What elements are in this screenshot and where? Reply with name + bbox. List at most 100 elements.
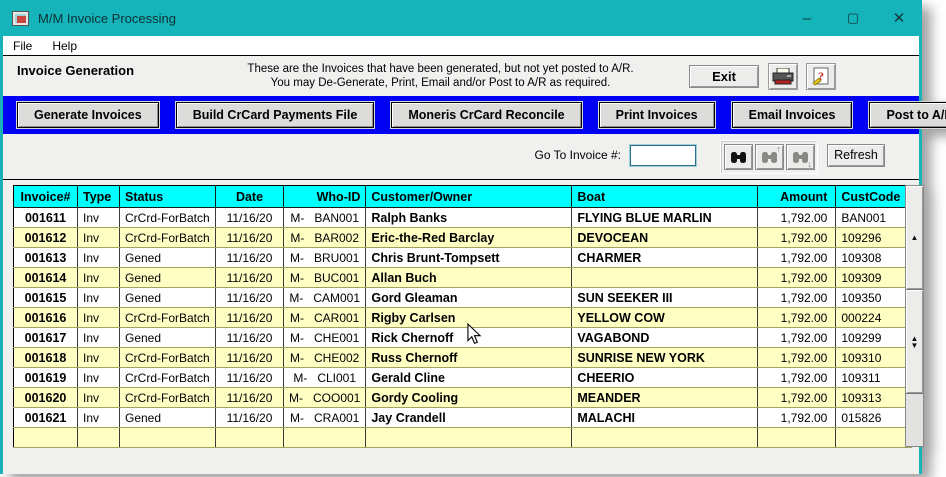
cell: CrCrd-ForBatch (119, 227, 216, 248)
cell: 1,792.00 (757, 407, 837, 428)
table-row[interactable]: 001619 Inv CrCrd-ForBatch 11/16/20 M- CLI001… (13, 367, 913, 388)
generate-invoices-button[interactable]: Generate Invoices (17, 102, 159, 128)
find-button[interactable] (724, 144, 753, 170)
cell: Allan Buch (365, 267, 573, 288)
cell: 001618 (13, 347, 78, 368)
cell: 109310 (835, 347, 913, 368)
table-row[interactable]: 001611 Inv CrCrd-ForBatch 11/16/20 M- BAN001… (13, 207, 913, 228)
minimize-button[interactable]: – (784, 0, 830, 36)
find-next-button[interactable]: ↓ (786, 144, 815, 170)
print-report-button[interactable] (768, 63, 798, 90)
cell (571, 267, 759, 288)
table-row[interactable]: 001613 Inv Gened 11/16/20 M- BRU001 Chris Bru… (13, 247, 913, 268)
binoculars-down-icon (793, 151, 808, 163)
cell (835, 427, 913, 448)
goto-invoice-input[interactable] (629, 144, 697, 167)
menu-file[interactable]: File (3, 37, 42, 55)
build-crcard-payments-button[interactable]: Build CrCard Payments File (175, 102, 375, 128)
table-row[interactable]: 001615 Inv Gened 11/16/20 M- CAM001 Gord Glea… (13, 287, 913, 308)
goto-invoice-label: Go To Invoice #: (534, 148, 622, 162)
cell: 11/16/20 (215, 307, 284, 328)
cell: M- CHE002 (283, 347, 367, 368)
email-invoices-button[interactable]: Email Invoices (731, 102, 853, 128)
cell: Inv (77, 387, 120, 408)
cell: M- CLI001 (283, 367, 367, 388)
cell: 11/16/20 (215, 367, 284, 388)
titlebar[interactable]: M/M Invoice Processing – ▢ ✕ (0, 0, 922, 36)
cell: 001611 (13, 207, 78, 228)
column-header[interactable]: Who-ID (283, 185, 367, 208)
cell (215, 427, 284, 448)
cell: 001615 (13, 287, 78, 308)
help-button[interactable]: ? (806, 63, 836, 90)
column-header[interactable]: Boat (571, 185, 759, 208)
app-window: M/M Invoice Processing – ▢ ✕ File Help I… (0, 0, 946, 474)
refresh-button[interactable]: Refresh (827, 144, 885, 167)
exit-button[interactable]: Exit (689, 65, 759, 88)
cell: 1,792.00 (757, 227, 837, 248)
column-header[interactable]: Amount (757, 185, 837, 208)
cell: CrCrd-ForBatch (119, 207, 216, 228)
column-header[interactable]: Type (77, 185, 120, 208)
scroll-up-icon: ▲ (910, 233, 919, 242)
table-row[interactable]: 001612 Inv CrCrd-ForBatch 11/16/20 M- BAR002… (13, 227, 913, 248)
cell: M- CRA001 (283, 407, 367, 428)
column-header[interactable]: Customer/Owner (365, 185, 573, 208)
grid-scrollbar[interactable]: ▲ ▲ ▼ (905, 185, 924, 447)
table-row[interactable]: 001620 Inv CrCrd-ForBatch 11/16/20 M- COO001… (13, 387, 913, 408)
column-header[interactable]: Invoice# (13, 185, 78, 208)
close-button[interactable]: ✕ (876, 0, 922, 36)
cell: M- BAN001 (283, 207, 367, 228)
cell: MEANDER (571, 387, 759, 408)
table-row[interactable]: 001621 Inv Gened 11/16/20 M- CRA001 Jay Crand… (13, 407, 913, 428)
cell: 001617 (13, 327, 78, 348)
find-previous-button[interactable]: ↑ (755, 144, 784, 170)
scroll-updown-bottom-icon: ▼ (910, 340, 919, 350)
cell: 001613 (13, 247, 78, 268)
moneris-crcard-reconcile-button[interactable]: Moneris CrCard Reconcile (391, 102, 582, 128)
cell: 1,792.00 (757, 307, 837, 328)
cell: Gerald Cline (365, 367, 573, 388)
table-row[interactable]: 001616 Inv CrCrd-ForBatch 11/16/20 M- CAR001… (13, 307, 913, 328)
cell: Inv (77, 407, 120, 428)
scroll-up-button[interactable]: ▲ (906, 186, 923, 290)
cell: Gordy Cooling (365, 387, 573, 408)
cell: 1,792.00 (757, 327, 837, 348)
cell: M- CHE001 (283, 327, 367, 348)
cell: 1,792.00 (757, 367, 837, 388)
column-header[interactable]: Status (119, 185, 216, 208)
window-title: M/M Invoice Processing (38, 10, 176, 26)
cell: 001614 (13, 267, 78, 288)
cell: CrCrd-ForBatch (119, 367, 216, 388)
cell: 1,792.00 (757, 287, 837, 308)
page-title: Invoice Generation (17, 63, 135, 78)
print-invoices-button[interactable]: Print Invoices (598, 102, 715, 128)
binoculars-icon (731, 151, 746, 163)
menu-help[interactable]: Help (42, 37, 87, 55)
cell: Chris Brunt-Tompsett (365, 247, 573, 268)
cell: M- CAM001 (283, 287, 367, 308)
cell: 109311 (835, 367, 913, 388)
table-row[interactable]: 001618 Inv CrCrd-ForBatch 11/16/20 M- CHE002… (13, 347, 913, 368)
table-row[interactable]: 001614 Inv Gened 11/16/20 M- BUC001 Allan Buc… (13, 267, 913, 288)
cell (119, 427, 216, 448)
cell (757, 427, 837, 448)
cell: Inv (77, 247, 120, 268)
cell: M- CAR001 (283, 307, 367, 328)
description-line2: You may De-Generate, Print, Email and/or… (270, 77, 611, 89)
table-row[interactable]: 001617 Inv Gened 11/16/20 M- CHE001 Rick Cher… (13, 327, 913, 348)
column-header[interactable]: Date (215, 185, 284, 208)
cell: YELLOW COW (571, 307, 759, 328)
column-header[interactable]: CustCode (835, 185, 913, 208)
table-row[interactable] (13, 427, 913, 448)
cell: Inv (77, 207, 120, 228)
cell: Russ Chernoff (365, 347, 573, 368)
cell: 1,792.00 (757, 267, 837, 288)
cell: CrCrd-ForBatch (119, 387, 216, 408)
maximize-button[interactable]: ▢ (830, 0, 876, 36)
cell: CHARMER (571, 247, 759, 268)
post-to-ar-button[interactable]: Post to A/R (869, 102, 946, 128)
cell: BAN001 (835, 207, 913, 228)
scroll-updown-button[interactable]: ▲ ▼ (906, 290, 923, 394)
cell: SUN SEEKER III (571, 287, 759, 308)
